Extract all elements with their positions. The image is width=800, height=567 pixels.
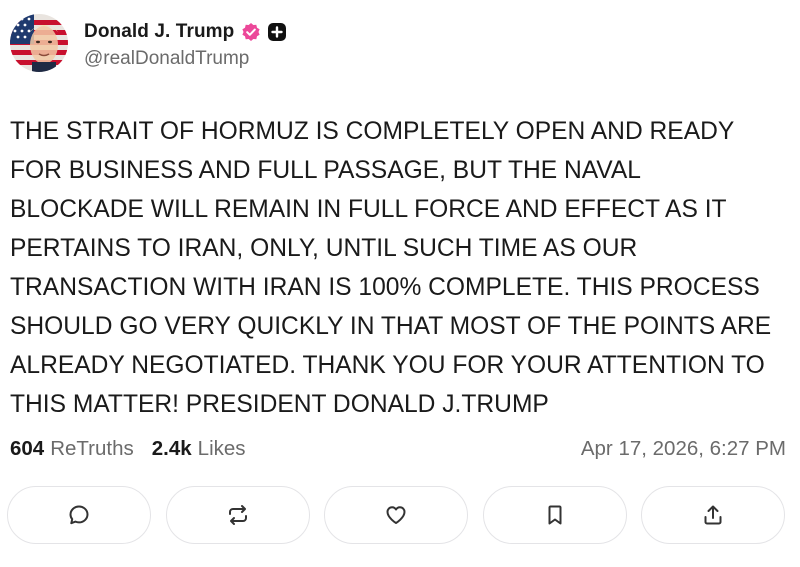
display-name[interactable]: Donald J. Trump <box>84 21 234 43</box>
avatar-image <box>10 14 68 72</box>
likes-count: 2.4k <box>151 437 192 460</box>
retruths-count: 604 <box>10 437 45 460</box>
post-text: THE STRAIT OF HORMUZ IS COMPLETELY OPEN … <box>10 118 772 418</box>
heart-icon <box>386 506 406 524</box>
likes-label: Likes <box>197 437 246 460</box>
share-button[interactable] <box>641 486 785 544</box>
name-row: Donald J. Trump <box>84 19 287 45</box>
retruth-button[interactable] <box>165 486 310 544</box>
post-header: Donald J. Trump @realDonaldTrump <box>10 14 287 72</box>
likes-stat[interactable]: 2.4k Likes <box>152 437 246 461</box>
retruths-label: ReTruths <box>50 437 134 460</box>
retruths-stat[interactable]: 604 ReTruths <box>10 437 134 461</box>
bookmark-icon <box>548 505 561 525</box>
like-button[interactable] <box>324 486 468 544</box>
retruth-icon <box>228 505 247 525</box>
avatar[interactable] <box>10 14 68 72</box>
author-names: Donald J. Trump @realDonaldTrump <box>84 14 287 70</box>
plus-badge-icon <box>267 22 287 42</box>
share-icon <box>704 505 722 525</box>
verified-badge-icon <box>241 22 261 42</box>
bookmark-button[interactable] <box>482 486 627 544</box>
post-timestamp[interactable]: Apr 17, 2026, 6:27 PM <box>581 437 786 461</box>
post-stats: 604 ReTruths 2.4k Likes <box>10 437 264 461</box>
reply-icon <box>69 505 89 525</box>
action-bar <box>7 486 785 544</box>
reply-button[interactable] <box>7 486 151 544</box>
author-handle[interactable]: @realDonaldTrump <box>84 48 287 70</box>
